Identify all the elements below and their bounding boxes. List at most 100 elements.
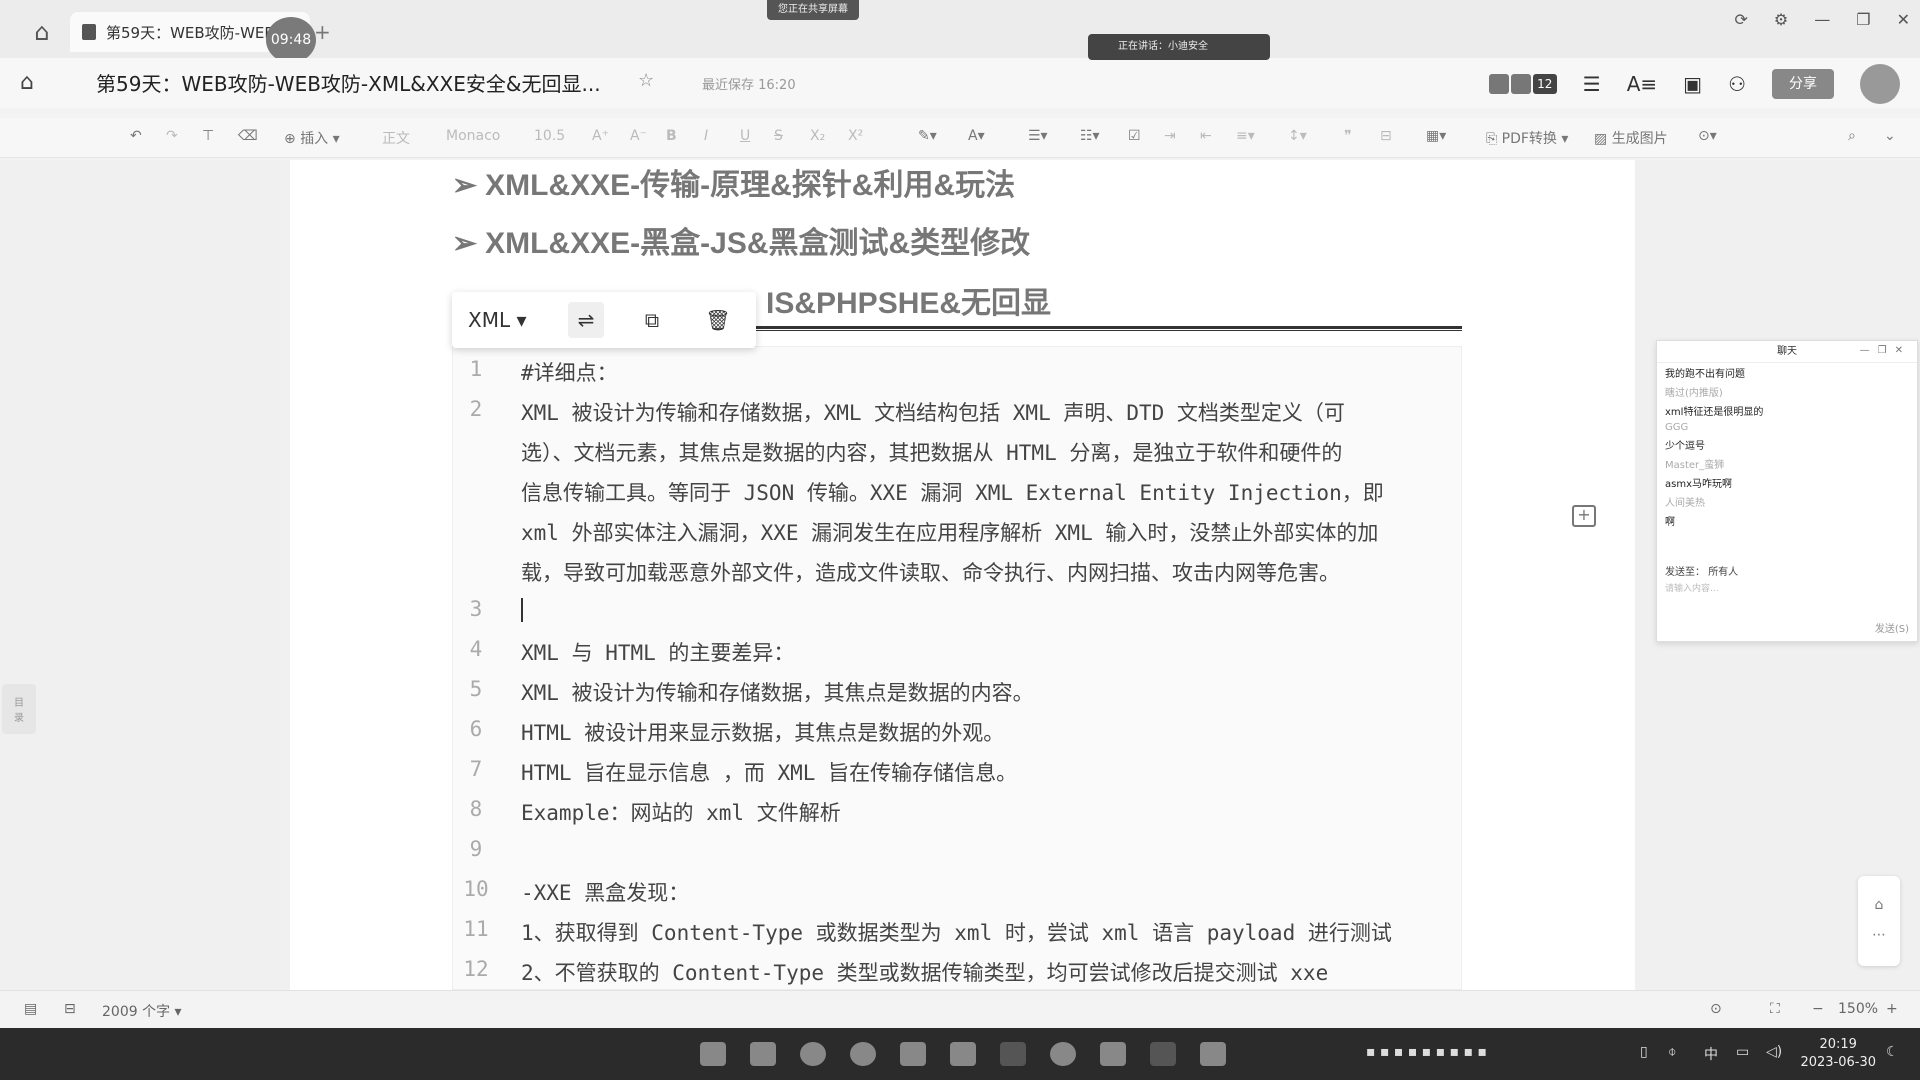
- volume-icon[interactable]: ◁): [1766, 1044, 1782, 1060]
- collaborators[interactable]: 12: [1488, 74, 1557, 94]
- chat-message: xml特征还是很明显的: [1665, 407, 1764, 418]
- screen-share-indicator[interactable]: 您正在共享屏幕: [767, 0, 859, 20]
- present-icon[interactable]: ▣: [1683, 72, 1702, 96]
- meeting-app-icon[interactable]: [900, 1042, 926, 1066]
- page-view-icon[interactable]: ▤: [24, 1001, 37, 1017]
- add-comment-icon[interactable]: +: [1572, 505, 1596, 527]
- redo-icon[interactable]: ↷: [166, 128, 178, 144]
- word-count[interactable]: 2009 个字 ▾: [102, 1001, 182, 1021]
- input-method[interactable]: 中: [1704, 1044, 1718, 1064]
- insert-menu[interactable]: ⊕ 插入 ▾: [284, 128, 340, 148]
- line-spacing-icon[interactable]: ↕▾: [1288, 128, 1307, 144]
- chat-input[interactable]: 请输入内容...: [1665, 581, 1719, 594]
- tab-title: 第59天：WEB攻防-WEB...: [106, 23, 290, 42]
- new-tab-button[interactable]: +: [314, 20, 331, 44]
- outline-toggle[interactable]: 目录: [2, 684, 36, 734]
- highlight-icon[interactable]: ✎▾: [918, 128, 937, 144]
- format-painter-icon[interactable]: ⊤: [202, 128, 214, 144]
- pdf-convert-button[interactable]: ⎘ PDF转换 ▾: [1486, 128, 1568, 148]
- star-icon[interactable]: ☆: [638, 70, 654, 91]
- bold-icon[interactable]: B: [666, 128, 677, 144]
- table-icon[interactable]: ▦▾: [1426, 128, 1446, 144]
- decrease-font-icon[interactable]: A⁻: [630, 128, 647, 144]
- home-icon[interactable]: ⌂: [20, 70, 34, 95]
- browser-icon[interactable]: [1050, 1042, 1076, 1066]
- meeting-timer[interactable]: 09:48: [266, 17, 316, 63]
- more-icon[interactable]: ⋯: [1858, 920, 1900, 950]
- subscript-icon[interactable]: X₂: [810, 128, 825, 144]
- network-icon[interactable]: ▭: [1736, 1044, 1749, 1060]
- edge-icon[interactable]: [800, 1042, 826, 1066]
- fullscreen-icon[interactable]: ⛶: [1770, 1001, 1780, 1017]
- zoom-out-button[interactable]: −: [1812, 1001, 1824, 1017]
- wrap-lines-icon[interactable]: ⇌: [568, 302, 604, 338]
- align-icon[interactable]: ≡▾: [1236, 128, 1255, 144]
- undo-icon[interactable]: ↶: [130, 128, 142, 144]
- code-block[interactable]: 1 #详细点： 2 XML 被设计为传输和存储数据，XML 文档结构包括 XML…: [452, 346, 1462, 990]
- zoom-level[interactable]: 150%: [1838, 1001, 1878, 1017]
- font-settings-icon[interactable]: A≡: [1627, 72, 1657, 96]
- trash-icon[interactable]: 🗑: [700, 302, 736, 338]
- bird-app-icon[interactable]: [950, 1042, 976, 1066]
- font-family-select[interactable]: Monaco: [446, 128, 500, 144]
- chat-window-controls[interactable]: —❐✕: [1860, 345, 1911, 356]
- collaborator-avatar: [1510, 74, 1531, 94]
- checklist-icon[interactable]: ☑: [1128, 128, 1141, 144]
- eraser-icon[interactable]: ⌫: [238, 128, 258, 144]
- layout-icon[interactable]: ⊟: [64, 1001, 76, 1017]
- system-clock[interactable]: 20:19 2023-06-30: [1800, 1036, 1876, 1072]
- maximize-button[interactable]: ❐: [1856, 10, 1870, 29]
- zoom-in-button[interactable]: +: [1886, 1001, 1898, 1017]
- settings-icon[interactable]: ⚙: [1774, 10, 1788, 29]
- underline-icon[interactable]: U: [740, 128, 750, 144]
- copy-icon[interactable]: ⧉: [634, 302, 670, 338]
- tray-icons[interactable]: ▪ ▪ ▪ ▪ ▪ ▪ ▪ ▪ ▪: [1366, 1044, 1487, 1060]
- quote-icon[interactable]: ❞: [1344, 128, 1352, 144]
- menu-icon[interactable]: ☰: [1583, 72, 1601, 96]
- app-logo-icon[interactable]: ⌂: [28, 18, 56, 46]
- avatar[interactable]: [1860, 64, 1900, 104]
- user-icon[interactable]: ⚇: [1728, 72, 1746, 96]
- chat-window[interactable]: 聊天 —❐✕ 我的跑不出有问题 瞎过(内推版) xml特征还是很明显的 GGG …: [1656, 340, 1918, 642]
- chat-sender: 瞎过(内推版): [1665, 388, 1723, 399]
- code-block-icon[interactable]: ⊟: [1380, 128, 1392, 144]
- close-button[interactable]: ✕: [1897, 10, 1910, 29]
- shirt-icon[interactable]: ⌂: [1858, 890, 1900, 920]
- docs-app-icon[interactable]: [1100, 1042, 1126, 1066]
- text-color-icon[interactable]: A▾: [968, 128, 985, 144]
- search-icon[interactable]: ⌕: [1848, 128, 1856, 144]
- microphone-icon[interactable]: ⌽: [1668, 1044, 1676, 1060]
- generate-image-button[interactable]: ▨ 生成图片: [1594, 128, 1668, 148]
- send-to-select[interactable]: 所有人: [1708, 567, 1738, 578]
- numbered-list-icon[interactable]: ☷▾: [1080, 128, 1100, 144]
- strikethrough-icon[interactable]: S: [774, 128, 783, 144]
- more-tools-icon[interactable]: ⊙▾: [1698, 128, 1717, 144]
- superscript-icon[interactable]: X²: [848, 128, 863, 144]
- app-icon[interactable]: [1000, 1042, 1026, 1066]
- terminal-icon[interactable]: [1200, 1042, 1226, 1066]
- outdent-icon[interactable]: ⇤: [1200, 128, 1212, 144]
- location-icon[interactable]: ⊙: [1710, 1001, 1722, 1017]
- document-title[interactable]: 第59天：WEB攻防-WEB攻防-XML&XXE安全&无回显...: [96, 68, 601, 97]
- bullet-list-icon[interactable]: ☰▾: [1028, 128, 1048, 144]
- file-explorer-icon[interactable]: [750, 1042, 776, 1066]
- refresh-icon[interactable]: ⟳: [1735, 10, 1748, 29]
- indent-icon[interactable]: ⇥: [1164, 128, 1176, 144]
- chat-send-button[interactable]: 发送(S): [1875, 620, 1909, 635]
- italic-icon[interactable]: I: [704, 128, 708, 144]
- chat-message: asmx马咋玩啊: [1665, 479, 1732, 490]
- minimize-button[interactable]: —: [1814, 10, 1830, 29]
- font-size-select[interactable]: 10.5: [534, 128, 565, 144]
- line-number: 10: [463, 877, 489, 901]
- start-icon[interactable]: [700, 1042, 726, 1066]
- increase-font-icon[interactable]: A⁺: [592, 128, 609, 144]
- language-select[interactable]: XML ▾: [468, 308, 538, 332]
- app-icon[interactable]: [1150, 1042, 1176, 1066]
- chevron-down-icon[interactable]: ⌄: [1884, 128, 1896, 144]
- document-page[interactable]: ➢ XML&XXE-传输-原理&探针&利用&玩法 ➢ XML&XXE-黑盒-JS&黑…: [290, 160, 1635, 990]
- notification-icon[interactable]: ☾: [1886, 1044, 1899, 1060]
- chrome-icon[interactable]: [850, 1042, 876, 1066]
- phone-icon[interactable]: ▯: [1640, 1044, 1648, 1060]
- share-button[interactable]: 分享: [1772, 69, 1834, 99]
- paragraph-style-select[interactable]: 正文: [382, 128, 410, 148]
